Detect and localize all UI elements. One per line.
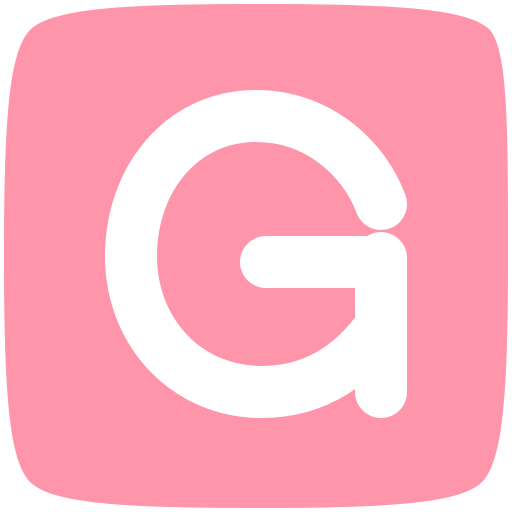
app-icon	[0, 0, 512, 512]
letter-g-icon	[4, 4, 508, 508]
